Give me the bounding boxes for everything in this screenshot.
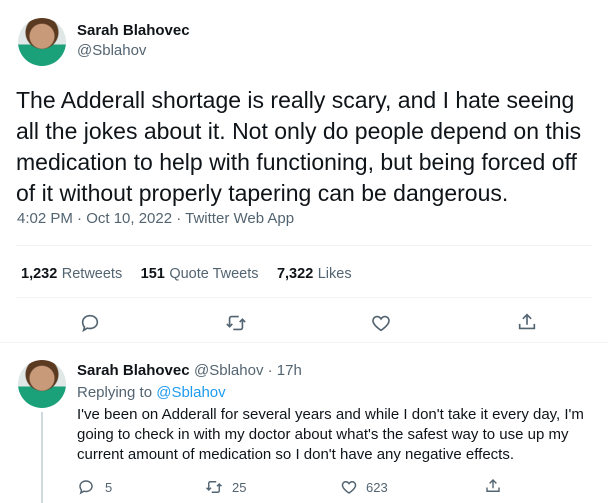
quotes-count: 151 — [140, 266, 165, 282]
tweet-timestamp[interactable]: 4:02 PM · Oct 10, 2022 · Twitter Web App — [17, 210, 294, 227]
reply-text: I've been on Adderall for several years … — [77, 406, 584, 463]
divider — [16, 245, 592, 246]
author-name[interactable]: Sarah Blahovec — [77, 22, 190, 39]
retweets-stat[interactable]: 1,232 Retweets — [21, 265, 127, 282]
likes-label: Likes — [317, 266, 352, 282]
divider — [0, 342, 608, 343]
quotes-stat[interactable]: 151 Quote Tweets — [141, 265, 263, 282]
tweet-text: The Adderall shortage is really scary, a… — [16, 87, 582, 206]
retweet-icon[interactable] — [224, 312, 248, 339]
retweets-count: 1,232 — [21, 266, 58, 282]
retweets-label: Retweets — [61, 266, 123, 282]
reply-author-handle-time[interactable]: @Sblahov · 17h — [194, 362, 302, 379]
author-handle[interactable]: @Sblahov — [77, 42, 146, 59]
avatar[interactable] — [18, 18, 66, 66]
retweet-icon — [205, 481, 223, 493]
divider — [16, 297, 592, 298]
reply-header: Sarah Blahovec @Sblahov · 17h — [77, 362, 302, 380]
like-icon — [341, 481, 357, 494]
share-icon[interactable] — [516, 311, 538, 338]
reply-action-retweet[interactable]: 25 — [204, 478, 246, 496]
replying-to-link[interactable]: @Sblahov — [156, 384, 225, 401]
likes-stat[interactable]: 7,322 Likes — [277, 265, 352, 282]
reply-icon[interactable] — [79, 312, 101, 339]
reply-author-name[interactable]: Sarah Blahovec — [77, 362, 190, 379]
retweet-count: 25 — [232, 479, 247, 495]
reply-action-like[interactable]: 623 — [340, 478, 388, 496]
likes-count: 7,322 — [276, 266, 314, 282]
reply-action-reply[interactable]: 5 — [77, 478, 112, 496]
reply-count: 5 — [105, 479, 113, 495]
stats-row: 1,232 Retweets 151 Quote Tweets 7,322 Li… — [21, 265, 352, 283]
like-icon[interactable] — [370, 312, 392, 339]
quotes-label: Quote Tweets — [169, 266, 259, 282]
reply-icon — [79, 480, 93, 495]
like-count: 623 — [366, 479, 388, 495]
replying-prefix: Replying to — [77, 384, 153, 401]
replying-to: Replying to @Sblahov — [77, 384, 226, 401]
share-icon[interactable] — [484, 477, 502, 500]
thread-line — [41, 412, 43, 503]
reply-avatar[interactable] — [18, 360, 66, 408]
